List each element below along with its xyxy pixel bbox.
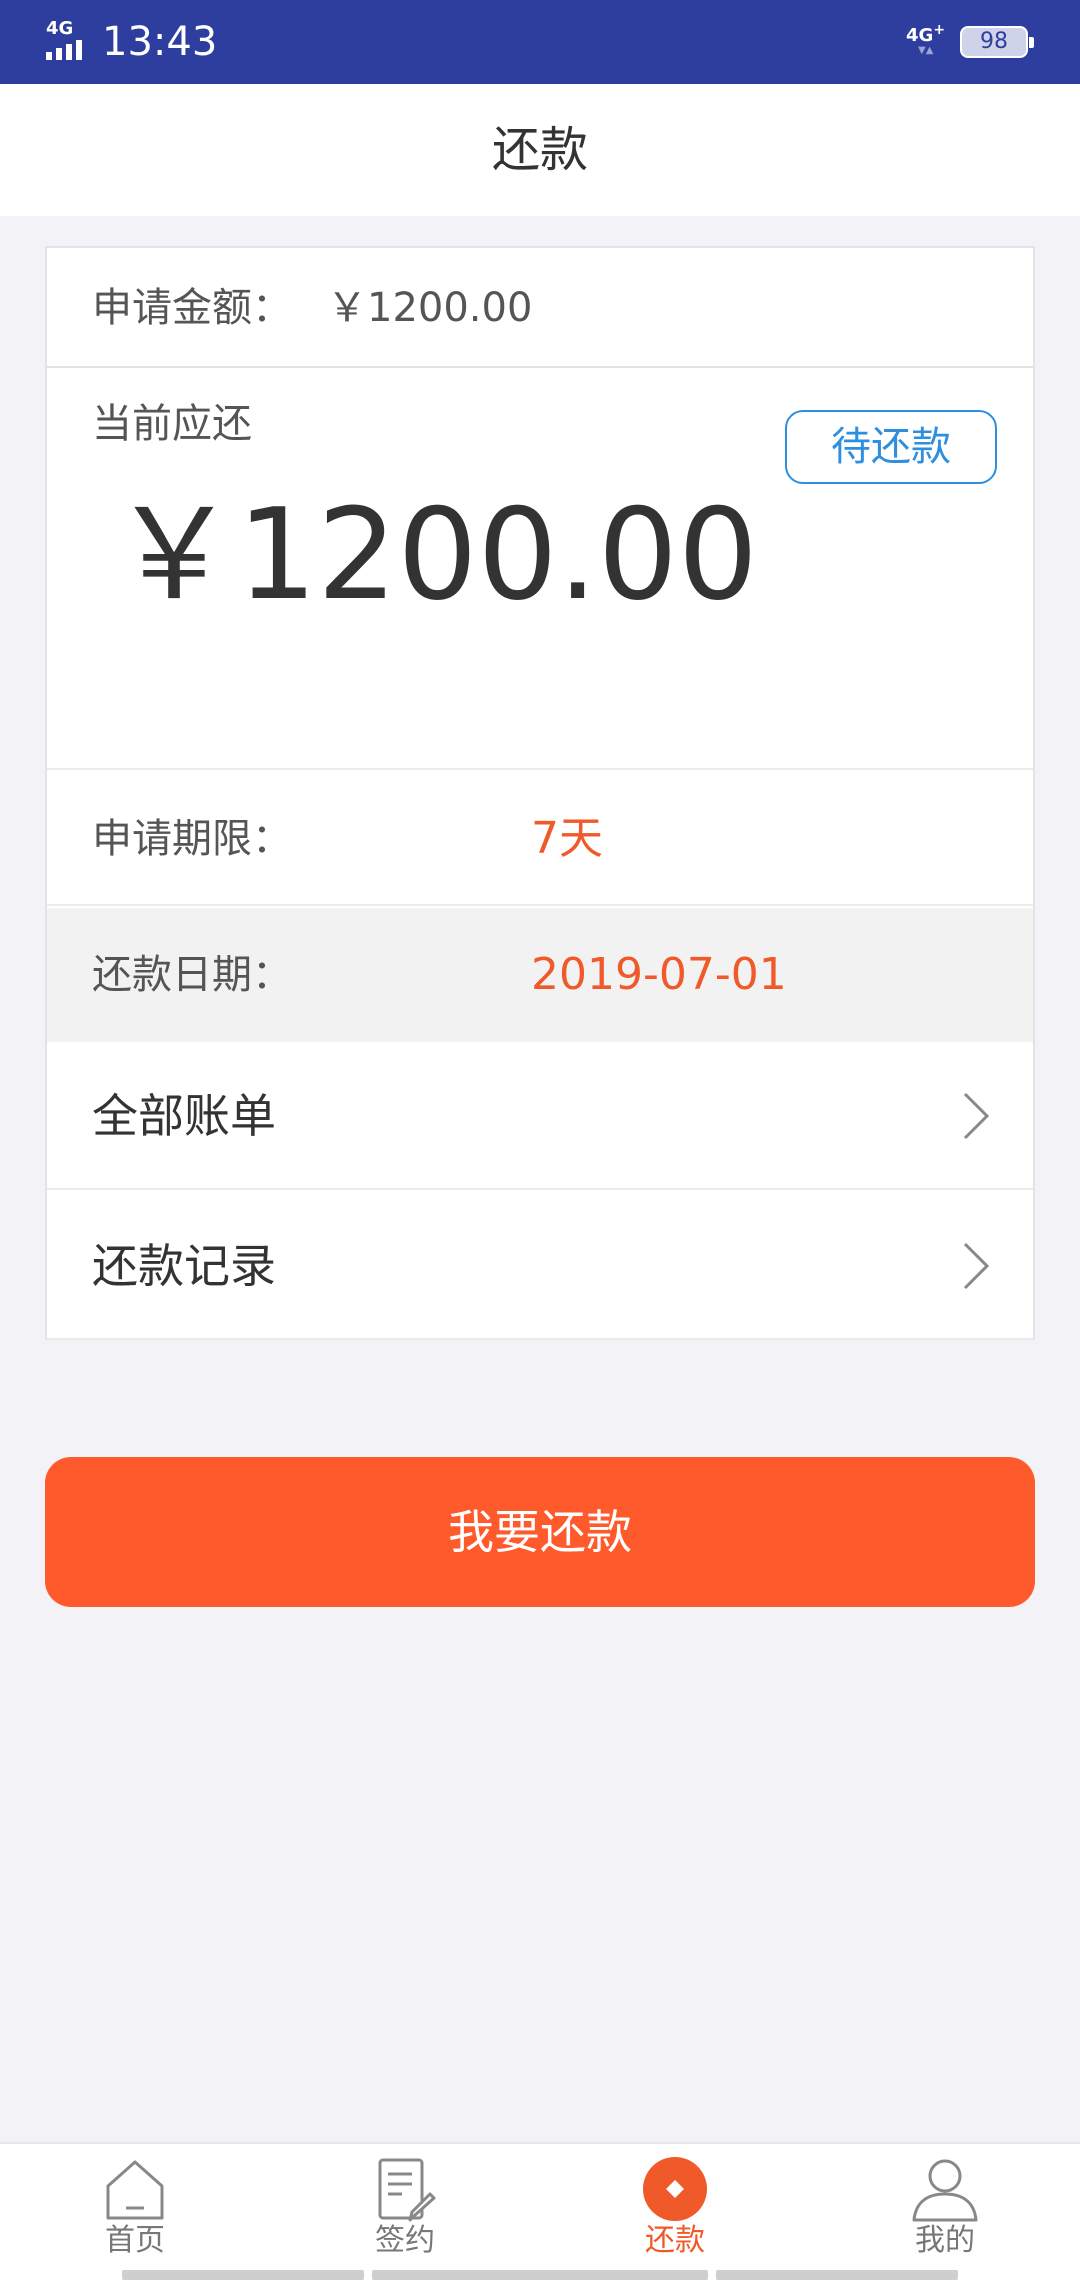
tab-home-label: 首页 [105,2223,165,2258]
network-type-right-plus: + [933,22,946,38]
apply-amount-value: ￥1200.00 [327,285,533,331]
battery-icon: 98 [960,26,1034,58]
home-icon [106,2160,164,2220]
term-row: 申请期限： 7天 [47,772,1033,906]
current-due-section: 当前应还 待还款 ￥1200.00 [47,370,1033,770]
chevron-right-icon [963,1092,990,1140]
due-date-value: 2019-07-01 [531,949,787,1000]
all-bills-row[interactable]: 全部账单 [47,1042,1033,1190]
data-activity-icon: ▼▲ [918,45,934,56]
cellular-signal-icon: 4G [46,20,92,60]
page-title: 还款 [491,122,588,178]
tab-repay[interactable]: 还款 [590,2154,760,2272]
status-time: 13:43 [102,19,218,65]
tab-mine[interactable]: 我的 [860,2154,1030,2272]
due-date-row: 还款日期： 2019-07-01 [47,908,1033,1042]
repay-icon [643,2157,707,2221]
network-type-right: 4G+ ▼▲ [906,20,950,60]
due-date-label: 还款日期： [92,952,292,998]
repayment-page: 4G 13:43 4G+ ▼▲ 98 还款 申请金额： ￥1200.00 当前应… [0,0,1080,2280]
current-due-label: 当前应还 [92,401,252,447]
apply-amount-row: 申请金额： ￥1200.00 [47,248,1033,368]
status-bar: 4G 13:43 4G+ ▼▲ 98 [0,0,1080,84]
battery-level: 98 [980,29,1008,54]
tab-sign[interactable]: 签约 [320,2154,490,2272]
apply-amount-label: 申请金额： [92,285,292,331]
chevron-right-icon [963,1242,990,1290]
nav-header: 还款 [0,84,1080,216]
tab-repay-label: 还款 [645,2223,705,2258]
tab-home[interactable]: 首页 [50,2154,220,2272]
gesture-bar [0,2270,1080,2280]
loan-card: 申请金额： ￥1200.00 当前应还 待还款 ￥1200.00 申请期限： 7… [45,246,1035,1340]
document-edit-icon [378,2158,436,2222]
current-due-amount: ￥1200.00 [111,481,759,628]
repayment-records-row[interactable]: 还款记录 [47,1192,1033,1340]
user-icon [912,2159,978,2222]
term-value: 7天 [531,813,603,864]
bottom-tab-bar: 首页 签约 还款 我的 [0,2142,1080,2280]
repay-now-button[interactable]: 我要还款 [45,1457,1035,1607]
tab-mine-label: 我的 [915,2223,975,2258]
all-bills-label: 全部账单 [92,1089,276,1143]
network-type-left: 4G [46,18,74,39]
network-type-right-label: 4G [906,25,934,46]
tab-sign-label: 签约 [375,2223,435,2258]
term-label: 申请期限： [92,816,292,862]
repayment-records-label: 还款记录 [92,1239,276,1293]
status-badge: 待还款 [785,410,997,484]
